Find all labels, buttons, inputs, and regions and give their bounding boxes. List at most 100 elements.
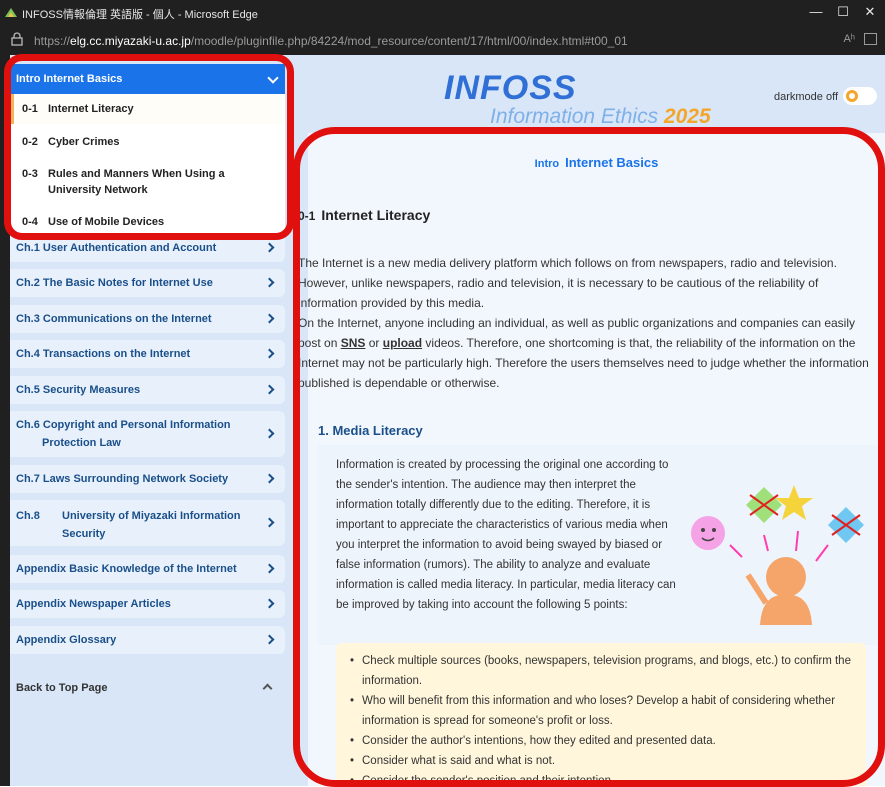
tips-box: Check multiple sources (books, newspaper…: [336, 643, 866, 786]
sidebar-item-ch7[interactable]: Ch.7 Laws Surrounding Network Society: [10, 465, 285, 493]
sidebar-item-internet-literacy[interactable]: 0-1 Internet Literacy: [10, 94, 285, 124]
section-title-text: Internet Basics: [565, 155, 659, 170]
window-frame: [0, 55, 10, 786]
logo-year: 2025: [663, 105, 711, 128]
sidebar-item-ch4[interactable]: Ch.4 Transactions on the Internet: [10, 340, 285, 368]
tip-item: Check multiple sources (books, newspaper…: [350, 651, 866, 691]
chapter-label: Ch.1 User Authentication and Account: [16, 242, 217, 254]
window-title: INFOSS情報倫理 英語版 - 個人 - Microsoft Edge: [22, 9, 258, 21]
back-to-top-link[interactable]: Back to Top Page: [10, 680, 285, 700]
sidebar-sublist: 0-1 Internet Literacy 0-2 Cyber Crimes 0…: [10, 94, 285, 242]
chevron-right-icon: [264, 277, 275, 288]
chevron-right-icon: [264, 473, 275, 484]
sidebar-item-ch3[interactable]: Ch.3 Communications on the Internet: [10, 305, 285, 333]
sidebar-item-cyber-crimes[interactable]: 0-2 Cyber Crimes: [10, 124, 285, 161]
app-icon: [5, 8, 17, 17]
chevron-down-icon: [267, 72, 279, 84]
sidebar-item-appendix-glossary[interactable]: Appendix Glossary: [10, 626, 285, 654]
chevron-right-icon: [264, 313, 275, 324]
chevron-right-icon: [264, 598, 275, 609]
sub-item-label: Cyber Crimes: [48, 136, 120, 148]
sidebar-item-ch6[interactable]: Ch.6 Copyright and Personal Information …: [10, 411, 285, 457]
tip-item: Who will benefit from this information a…: [350, 691, 866, 731]
back-to-top-label: Back to Top Page: [16, 682, 108, 694]
media-literacy-illustration: [691, 485, 864, 625]
tip-item: Consider what is said and what is not.: [350, 751, 866, 771]
close-button[interactable]: ✕: [860, 3, 880, 21]
chevron-right-icon: [264, 384, 275, 395]
logo-subtitle: Information Ethics 2025: [490, 105, 711, 129]
url-host: elg.cc.miyazaki-u.ac.jp: [70, 34, 191, 48]
intro-paragraph: The Internet is a new media delivery pla…: [298, 253, 870, 393]
sub-item-number: 0-4: [22, 216, 38, 228]
chapter-label: Appendix Basic Knowledge of the Internet: [16, 563, 237, 575]
section-prefix: Intro: [534, 158, 560, 170]
chevron-right-icon: [264, 517, 275, 528]
chevron-right-icon: [264, 634, 275, 645]
sub-item-label: Internet Literacy: [48, 103, 134, 115]
sidebar-item-ch5[interactable]: Ch.5 Security Measures: [10, 376, 285, 404]
chevron-right-icon: [264, 348, 275, 359]
section-title: Intro Internet Basics: [308, 155, 885, 170]
sns-link[interactable]: SNS: [341, 336, 366, 350]
sidebar-intro-header[interactable]: Intro Internet Basics: [10, 64, 285, 94]
media-literacy-box: Information is created by processing the…: [318, 445, 885, 645]
logo-sub-text: Information Ethics: [490, 105, 659, 128]
address-bar[interactable]: https://elg.cc.miyazaki-u.ac.jp/moodle/p…: [0, 25, 885, 55]
sidebar-item-ch1[interactable]: Ch.1 User Authentication and Account: [10, 234, 285, 262]
chapter-label-title: University of Miyazaki Information: [62, 510, 241, 522]
sub-item-label: Rules and Manners When Using a Universit…: [48, 168, 225, 196]
chevron-right-icon: [264, 563, 275, 574]
chapter-label: Ch.4 Transactions on the Internet: [16, 348, 191, 360]
paragraph-2-or: or: [365, 336, 383, 350]
chevron-right-icon: [264, 428, 275, 439]
sidebar-intro-label: Intro Internet Basics: [16, 73, 123, 85]
chapter-label: Ch.6 Copyright and Personal Information: [16, 419, 231, 431]
chevron-right-icon: [264, 242, 275, 253]
darkmode-toggle[interactable]: [843, 87, 877, 105]
chapter-label: Ch.2 The Basic Notes for Internet Use: [16, 277, 213, 289]
chapter-label-line2: Security: [62, 528, 106, 540]
sidebar-item-rules-and-manners[interactable]: 0-3 Rules and Manners When Using a Unive…: [10, 161, 285, 203]
chevron-up-icon: [262, 683, 273, 694]
chapter-label: Appendix Glossary: [16, 634, 117, 646]
chapter-label: Appendix Newspaper Articles: [16, 598, 171, 610]
minimize-button[interactable]: —: [806, 3, 826, 21]
maximize-button[interactable]: ☐: [833, 3, 853, 21]
infoss-logo: INFOSS Information Ethics 2025: [444, 69, 744, 129]
sidebar-item-appendix-newspaper[interactable]: Appendix Newspaper Articles: [10, 590, 285, 618]
toggle-knob: [846, 90, 858, 102]
sidebar-item-appendix-basic[interactable]: Appendix Basic Knowledge of the Internet: [10, 555, 285, 583]
sub-item-label: Use of Mobile Devices: [48, 216, 165, 228]
split-screen-icon[interactable]: [864, 33, 877, 45]
sub-item-number: 0-3: [22, 168, 38, 180]
sidebar: Intro Internet Basics 0-1 Internet Liter…: [10, 55, 298, 786]
logo-main: INFOSS: [444, 69, 577, 107]
chapter-label: Ch.3 Communications on the Internet: [16, 313, 212, 325]
paragraph-1: The Internet is a new media delivery pla…: [298, 256, 837, 310]
lock-icon: [11, 32, 23, 46]
chapter-label: Ch.8: [16, 510, 40, 522]
page-title-text: Internet Literacy: [321, 207, 431, 223]
page-title-number: 0-1: [298, 209, 316, 223]
window-titlebar: INFOSS情報倫理 英語版 - 個人 - Microsoft Edge — ☐…: [0, 0, 885, 25]
tips-list: Check multiple sources (books, newspaper…: [336, 643, 866, 786]
read-aloud-icon[interactable]: Aʰ: [843, 33, 855, 45]
tip-item: Consider the sender's position and their…: [350, 771, 866, 786]
article: Intro Internet Basics 0-1 Internet Literac…: [298, 133, 885, 786]
sidebar-item-ch2[interactable]: Ch.2 The Basic Notes for Internet Use: [10, 269, 285, 297]
chapter-label-line2: Protection Law: [42, 437, 121, 449]
sub-item-number: 0-2: [22, 136, 38, 148]
chapter-label: Ch.7 Laws Surrounding Network Society: [16, 473, 229, 485]
tip-item: Consider the author's intentions, how th…: [350, 731, 866, 751]
darkmode-label: darkmode off: [774, 91, 839, 103]
url-prefix: https://: [34, 34, 71, 48]
url-text[interactable]: https://elg.cc.miyazaki-u.ac.jp/moodle/p…: [34, 34, 628, 48]
page-title: 0-1 Internet Literacy: [298, 207, 430, 223]
main-content: INFOSS Information Ethics 2025 darkmode …: [298, 55, 885, 786]
upload-link[interactable]: upload: [383, 336, 422, 350]
media-literacy-text: Information is created by processing the…: [336, 459, 676, 611]
sub-item-number: 0-1: [22, 103, 38, 115]
url-path: /moodle/pluginfile.php/84224/mod_resourc…: [190, 34, 628, 48]
sidebar-item-ch8[interactable]: Ch.8 University of Miyazaki Information …: [10, 500, 285, 546]
